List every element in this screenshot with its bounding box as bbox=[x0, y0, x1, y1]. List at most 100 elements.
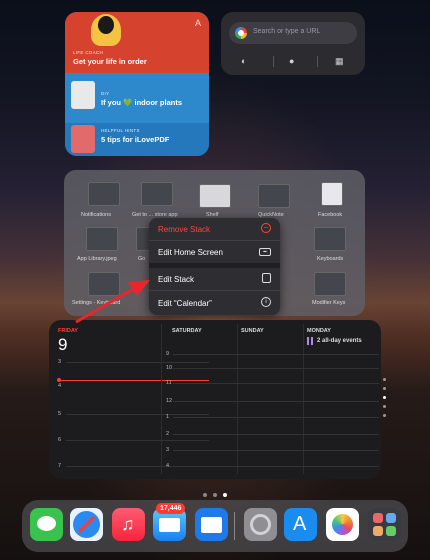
app-store-icon: A bbox=[194, 18, 201, 28]
feature-item-1[interactable]: A LIFE COACH Get your life in order bbox=[65, 12, 209, 73]
hour-label: 9 bbox=[166, 351, 170, 357]
column-header-sunday: SUNDAY bbox=[241, 328, 264, 334]
hour-label: 3 bbox=[166, 447, 170, 453]
hour-line bbox=[173, 417, 379, 418]
feature-item-3[interactable]: HELPFUL HINTS 5 tips for iLovePDF bbox=[65, 123, 209, 156]
qr-scan-icon[interactable]: ▦ bbox=[335, 56, 344, 67]
menu-item-edit-stack[interactable]: Edit Stack bbox=[149, 268, 280, 290]
column-divider bbox=[237, 324, 238, 474]
stack-thumbnail[interactable] bbox=[314, 227, 346, 251]
stack-thumbnail[interactable] bbox=[199, 184, 231, 208]
menu-divider bbox=[149, 290, 280, 291]
incognito-icon[interactable]: ◐ bbox=[241, 56, 246, 66]
search-placeholder: Search or type a URL bbox=[253, 28, 321, 35]
weekday-label: FRIDAY bbox=[58, 328, 78, 334]
hour-line bbox=[173, 450, 379, 451]
hour-line bbox=[173, 401, 379, 402]
files-app-icon[interactable] bbox=[195, 508, 228, 541]
date-number: 9 bbox=[58, 335, 68, 354]
calendar-widget[interactable]: FRIDAY 9 3 4 5 6 7 SATURDAY SUNDAY MONDA… bbox=[49, 320, 381, 479]
feature-item-2[interactable]: DIY If you 💚 indoor plants bbox=[65, 73, 209, 123]
stack-thumbnail[interactable] bbox=[321, 182, 343, 206]
hour-line bbox=[173, 434, 379, 435]
dock: ♫ A bbox=[22, 500, 408, 552]
stack-thumbnail[interactable] bbox=[88, 272, 120, 296]
hour-line bbox=[66, 440, 209, 441]
stack-page-indicator bbox=[383, 378, 386, 423]
microphone-icon[interactable]: ● bbox=[289, 56, 294, 66]
hour-label: 7 bbox=[58, 463, 62, 469]
menu-item-edit-calendar[interactable]: Edit “Calendar” i bbox=[149, 292, 280, 314]
stack-thumbnail[interactable] bbox=[86, 227, 118, 251]
menu-item-remove-stack[interactable]: Remove Stack − bbox=[149, 218, 280, 240]
photos-app-icon[interactable] bbox=[326, 508, 359, 541]
hour-label: 4 bbox=[58, 383, 62, 389]
search-input[interactable]: Search or type a URL bbox=[229, 22, 357, 44]
feature-title: 5 tips for iLovePDF bbox=[101, 135, 170, 144]
event-color-bar bbox=[307, 337, 309, 345]
app-library-icon[interactable] bbox=[368, 508, 401, 541]
hour-label: 10 bbox=[166, 365, 173, 371]
safari-app-icon[interactable] bbox=[70, 508, 103, 541]
hour-line bbox=[173, 466, 379, 467]
hour-label: 5 bbox=[58, 411, 62, 417]
hour-label: 11 bbox=[166, 380, 172, 386]
menu-item-edit-home-screen[interactable]: Edit Home Screen ▪▪ bbox=[149, 241, 280, 263]
stack-thumbnail[interactable] bbox=[141, 182, 173, 206]
feature-category: DIY bbox=[101, 91, 110, 96]
thumbnail-label: Go bbox=[138, 256, 146, 262]
menu-item-label: Remove Stack bbox=[158, 225, 211, 234]
column-header-saturday: SATURDAY bbox=[172, 328, 202, 334]
stack-thumbnail[interactable] bbox=[88, 182, 120, 206]
settings-app-icon[interactable] bbox=[244, 508, 277, 541]
mail-badge: 17,446 bbox=[156, 503, 186, 514]
stack-thumbnail[interactable] bbox=[258, 184, 290, 208]
column-divider bbox=[161, 324, 162, 474]
menu-item-label: Edit “Calendar” bbox=[158, 299, 212, 308]
context-menu: Remove Stack − Edit Home Screen ▪▪ Edit … bbox=[149, 218, 280, 315]
hour-line bbox=[173, 368, 379, 369]
all-day-events-label[interactable]: 2 all-day events bbox=[317, 338, 362, 344]
column-divider bbox=[303, 324, 304, 474]
messages-app-icon[interactable] bbox=[30, 508, 63, 541]
feature-category: LIFE COACH bbox=[73, 50, 104, 55]
illustration-hair bbox=[98, 16, 114, 34]
feature-title: Get your life in order bbox=[73, 57, 147, 66]
hour-label: 6 bbox=[58, 437, 62, 443]
feature-category: HELPFUL HINTS bbox=[101, 128, 140, 133]
thumbnail-label: App Library.jpeg bbox=[77, 256, 117, 262]
dock-divider bbox=[234, 512, 235, 540]
feature-widget[interactable]: A LIFE COACH Get your life in order DIY … bbox=[65, 12, 209, 156]
menu-item-label: Edit Stack bbox=[158, 275, 195, 284]
hour-label: 1 bbox=[166, 414, 170, 420]
hour-label: 12 bbox=[166, 398, 173, 404]
music-app-icon[interactable]: ♫ bbox=[112, 508, 145, 541]
column-header-monday: MONDAY bbox=[307, 328, 331, 334]
pdf-thumbnail bbox=[71, 125, 95, 153]
google-icon bbox=[235, 27, 247, 39]
app-store-app-icon[interactable]: A bbox=[284, 508, 317, 541]
divider bbox=[317, 56, 318, 67]
hour-line bbox=[173, 383, 379, 384]
current-time-dot bbox=[57, 378, 61, 382]
hour-label: 4 bbox=[166, 463, 170, 469]
hour-label: 2 bbox=[166, 431, 170, 437]
stack-thumbnail[interactable] bbox=[314, 272, 346, 296]
hour-line bbox=[66, 362, 209, 363]
thumbnail-label: Facebook bbox=[318, 212, 343, 218]
thumbnail-label: Settings - Keyboard bbox=[72, 300, 121, 306]
thumbnail-label: Notifications bbox=[81, 212, 111, 218]
thumbnail-label: Keyboards bbox=[317, 256, 344, 262]
hour-line bbox=[173, 354, 379, 355]
divider bbox=[273, 56, 274, 67]
hour-line bbox=[66, 414, 209, 415]
current-time-line bbox=[58, 380, 209, 381]
keyboard-icon: ▪▪ bbox=[259, 248, 271, 256]
feature-title: If you 💚 indoor plants bbox=[101, 98, 183, 107]
info-icon: i bbox=[261, 297, 271, 307]
minus-circle-icon: − bbox=[261, 223, 271, 233]
stack-icon bbox=[262, 273, 271, 283]
chrome-widget[interactable]: Search or type a URL ◐ ● ▦ bbox=[221, 12, 365, 75]
menu-item-label: Edit Home Screen bbox=[158, 248, 223, 257]
thumbnail-label: Modifier Keys bbox=[312, 300, 346, 306]
